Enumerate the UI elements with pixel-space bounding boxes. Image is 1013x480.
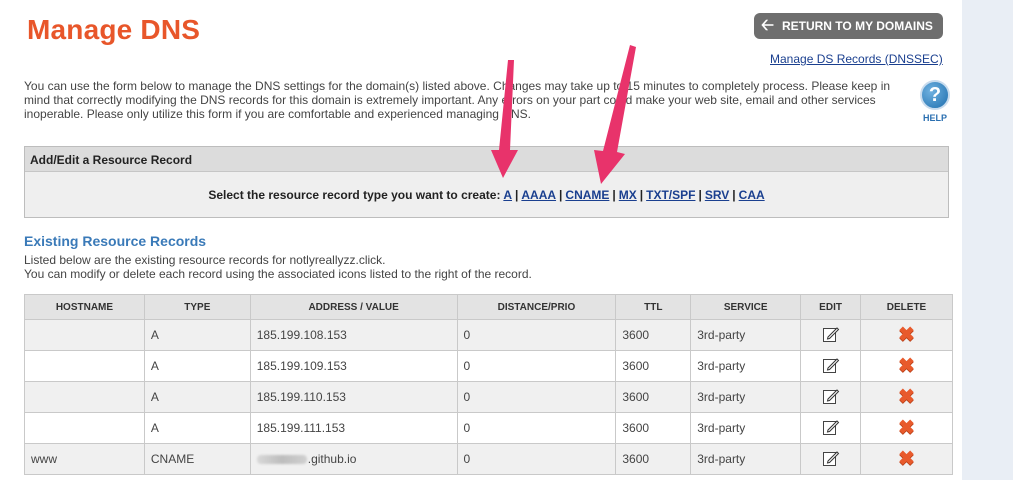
cell-hostname	[24, 381, 145, 413]
cell-prio: 0	[456, 350, 617, 382]
table-row: www CNAME .github.io 0 3600 3rd-party ✖	[24, 443, 953, 475]
cell-edit	[800, 412, 862, 444]
table-row: A 185.199.109.153 0 3600 3rd-party ✖	[24, 350, 953, 382]
record-type-selector: Select the resource record type you want…	[25, 188, 948, 202]
cell-hostname	[24, 319, 145, 351]
cell-hostname: www	[24, 443, 145, 475]
edit-pencil-icon[interactable]	[822, 449, 840, 467]
cell-delete: ✖	[860, 350, 953, 382]
cell-value-text: .github.io	[307, 452, 357, 466]
cell-delete: ✖	[860, 381, 953, 413]
cell-edit	[800, 319, 862, 351]
cell-delete: ✖	[860, 319, 953, 351]
col-delete: DELETE	[860, 294, 953, 320]
intro-text: You can use the form below to manage the…	[24, 79, 891, 121]
cell-value: 185.199.108.153	[249, 319, 458, 351]
cell-value: 185.199.109.153	[249, 350, 458, 382]
separator: |	[698, 188, 702, 202]
cell-edit	[800, 381, 862, 413]
record-type-a-link[interactable]: A	[503, 188, 512, 202]
cell-ttl: 3600	[615, 443, 692, 475]
add-record-panel: Add/Edit a Resource Record Select the re…	[24, 146, 949, 218]
separator: |	[612, 188, 616, 202]
records-table: HOSTNAME TYPE ADDRESS / VALUE DISTANCE/P…	[24, 294, 953, 475]
cell-service: 3rd-party	[690, 350, 802, 382]
cell-value: .github.io	[249, 443, 458, 475]
cell-ttl: 3600	[615, 350, 692, 382]
cell-service: 3rd-party	[690, 381, 802, 413]
help-button[interactable]: ? HELP	[919, 80, 951, 123]
cell-prio: 0	[456, 443, 617, 475]
col-service: SERVICE	[690, 294, 802, 320]
record-type-prompt: Select the resource record type you want…	[208, 188, 501, 202]
edit-pencil-icon[interactable]	[822, 418, 840, 436]
cell-type: A	[143, 381, 251, 413]
col-edit: EDIT	[800, 294, 862, 320]
arrow-left-icon: 🡠	[761, 17, 774, 34]
record-type-mx-link[interactable]: MX	[619, 188, 637, 202]
cell-ttl: 3600	[615, 319, 692, 351]
cell-type: CNAME	[143, 443, 251, 475]
cell-prio: 0	[456, 412, 617, 444]
edit-pencil-icon[interactable]	[822, 356, 840, 374]
cell-type: A	[143, 319, 251, 351]
page-title: Manage DNS	[27, 14, 201, 45]
separator: |	[732, 188, 736, 202]
return-button-label: RETURN TO MY DOMAINS	[781, 19, 933, 33]
delete-x-icon[interactable]: ✖	[898, 418, 915, 438]
cell-service: 3rd-party	[690, 412, 802, 444]
col-distance-prio: DISTANCE/PRIO	[456, 294, 617, 320]
record-type-aaaa-link[interactable]: AAAA	[521, 188, 556, 202]
delete-x-icon[interactable]: ✖	[898, 387, 915, 407]
cell-hostname	[24, 350, 145, 382]
edit-pencil-icon[interactable]	[822, 387, 840, 405]
cell-delete: ✖	[860, 443, 953, 475]
cell-ttl: 3600	[615, 381, 692, 413]
record-type-caa-link[interactable]: CAA	[739, 188, 765, 202]
cell-service: 3rd-party	[690, 443, 802, 475]
cell-edit	[800, 443, 862, 475]
existing-records-title: Existing Resource Records	[24, 233, 207, 249]
cell-value: 185.199.111.153	[249, 412, 458, 444]
edit-pencil-icon[interactable]	[822, 325, 840, 343]
return-to-domains-button[interactable]: 🡠 RETURN TO MY DOMAINS	[754, 13, 943, 39]
add-record-header: Add/Edit a Resource Record	[25, 147, 948, 172]
existing-desc-line2: You can modify or delete each record usi…	[24, 267, 532, 281]
page: Manage DNS 🡠 RETURN TO MY DOMAINS Manage…	[0, 0, 962, 480]
col-ttl: TTL	[615, 294, 692, 320]
delete-x-icon[interactable]: ✖	[898, 449, 915, 469]
col-hostname: HOSTNAME	[24, 294, 145, 320]
manage-ds-records-link[interactable]: Manage DS Records (DNSSEC)	[770, 52, 943, 66]
help-label: HELP	[922, 113, 947, 123]
cell-edit	[800, 350, 862, 382]
redacted-subdomain	[256, 455, 307, 465]
record-type-cname-link[interactable]: CNAME	[565, 188, 609, 202]
record-type-srv-link[interactable]: SRV	[705, 188, 729, 202]
cell-type: A	[143, 350, 251, 382]
col-address-value: ADDRESS / VALUE	[249, 294, 458, 320]
existing-records-description: Listed below are the existing resource r…	[24, 253, 532, 281]
cell-delete: ✖	[860, 412, 953, 444]
cell-prio: 0	[456, 381, 617, 413]
table-row: A 185.199.111.153 0 3600 3rd-party ✖	[24, 412, 953, 444]
table-row: A 185.199.108.153 0 3600 3rd-party ✖	[24, 319, 953, 351]
col-type: TYPE	[143, 294, 251, 320]
table-row: A 185.199.110.153 0 3600 3rd-party ✖	[24, 381, 953, 413]
separator: |	[559, 188, 563, 202]
delete-x-icon[interactable]: ✖	[898, 325, 915, 345]
cell-prio: 0	[456, 319, 617, 351]
cell-ttl: 3600	[615, 412, 692, 444]
cell-service: 3rd-party	[690, 319, 802, 351]
record-type-txt-spf-link[interactable]: TXT/SPF	[646, 188, 695, 202]
cell-type: A	[143, 412, 251, 444]
cell-value: 185.199.110.153	[249, 381, 458, 413]
cell-hostname	[24, 412, 145, 444]
existing-desc-line1: Listed below are the existing resource r…	[24, 253, 386, 267]
delete-x-icon[interactable]: ✖	[898, 356, 915, 376]
separator: |	[639, 188, 644, 202]
separator: |	[515, 188, 519, 202]
help-icon: ?	[920, 80, 950, 110]
table-header-row: HOSTNAME TYPE ADDRESS / VALUE DISTANCE/P…	[24, 294, 953, 320]
